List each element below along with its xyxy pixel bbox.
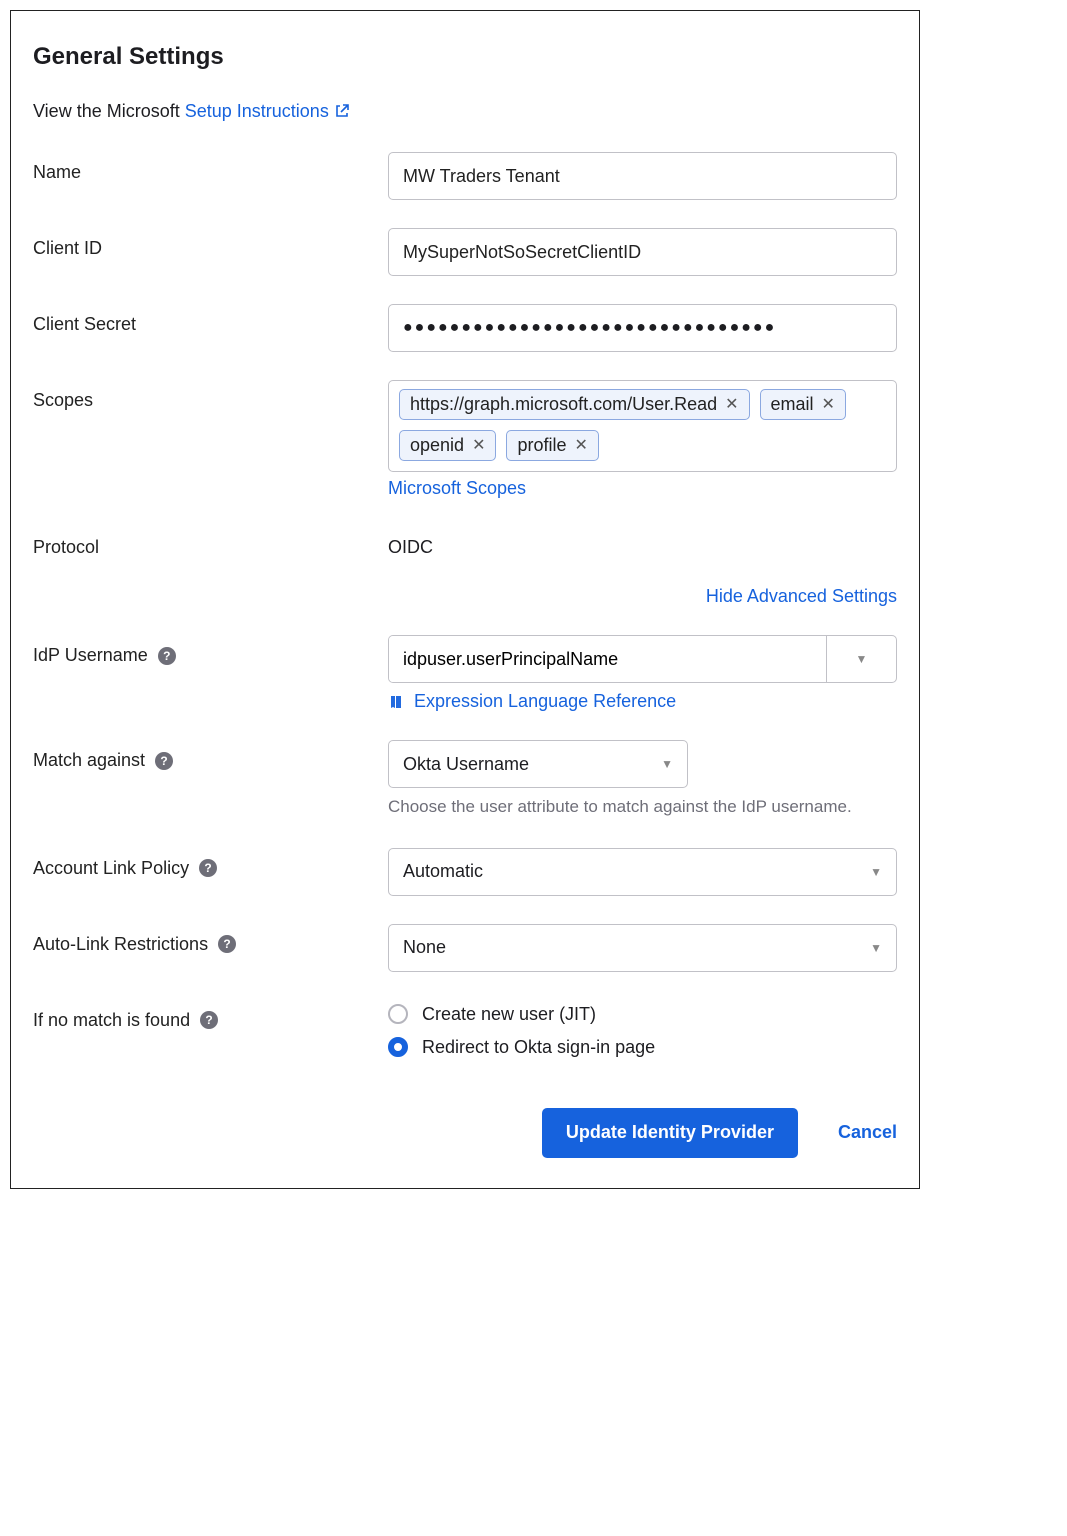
help-icon[interactable]: ? [155, 752, 173, 770]
client-secret-input[interactable]: ●●●●●●●●●●●●●●●●●●●●●●●●●●●●●●●● [388, 304, 897, 352]
scopes-input[interactable]: https://graph.microsoft.com/User.Read✕ e… [388, 380, 897, 472]
hide-advanced-settings-link[interactable]: Hide Advanced Settings [706, 586, 897, 606]
idp-username-combobox[interactable]: ▼ [388, 635, 897, 683]
match-against-select[interactable]: Okta Username ▼ [388, 740, 688, 788]
scope-token[interactable]: https://graph.microsoft.com/User.Read✕ [399, 389, 750, 420]
chevron-down-icon: ▼ [661, 757, 673, 771]
protocol-value: OIDC [388, 527, 897, 558]
help-icon[interactable]: ? [199, 859, 217, 877]
no-match-radio-group: Create new user (JIT) Redirect to Okta s… [388, 1000, 897, 1058]
name-input[interactable] [388, 152, 897, 200]
protocol-label: Protocol [33, 537, 99, 558]
account-link-policy-label: Account Link Policy [33, 858, 189, 879]
radio-unchecked-icon [388, 1004, 408, 1024]
match-against-label: Match against [33, 750, 145, 771]
microsoft-scopes-link[interactable]: Microsoft Scopes [388, 478, 526, 498]
help-icon[interactable]: ? [218, 935, 236, 953]
cancel-button[interactable]: Cancel [838, 1122, 897, 1143]
scope-token[interactable]: email✕ [760, 389, 846, 420]
client-id-label: Client ID [33, 238, 102, 259]
match-against-help: Choose the user attribute to match again… [388, 794, 897, 820]
remove-scope-icon[interactable]: ✕ [822, 397, 835, 413]
name-label: Name [33, 162, 81, 183]
idp-username-label: IdP Username [33, 645, 148, 666]
remove-scope-icon[interactable]: ✕ [575, 438, 588, 454]
no-match-option-jit[interactable]: Create new user (JIT) [388, 1004, 897, 1025]
help-icon[interactable]: ? [200, 1011, 218, 1029]
scope-token[interactable]: profile✕ [506, 430, 598, 461]
chevron-down-icon[interactable]: ▼ [826, 636, 896, 682]
remove-scope-icon[interactable]: ✕ [725, 397, 738, 413]
page-title: General Settings [33, 43, 897, 71]
expression-language-reference-link[interactable]: Expression Language Reference [414, 691, 676, 712]
if-no-match-label: If no match is found [33, 1010, 190, 1031]
chevron-down-icon: ▼ [870, 941, 882, 955]
scopes-label: Scopes [33, 390, 93, 411]
external-link-icon [334, 103, 350, 119]
no-match-option-redirect[interactable]: Redirect to Okta sign-in page [388, 1037, 897, 1058]
auto-link-restrictions-select[interactable]: None ▼ [388, 924, 897, 972]
intro-prefix: View the Microsoft [33, 101, 185, 121]
help-icon[interactable]: ? [158, 647, 176, 665]
auto-link-restrictions-label: Auto-Link Restrictions [33, 934, 208, 955]
intro-line: View the Microsoft Setup Instructions [33, 101, 897, 122]
client-id-input[interactable] [388, 228, 897, 276]
book-icon [388, 694, 404, 710]
client-secret-label: Client Secret [33, 314, 136, 335]
scope-token[interactable]: openid✕ [399, 430, 496, 461]
account-link-policy-select[interactable]: Automatic ▼ [388, 848, 897, 896]
general-settings-panel: General Settings View the Microsoft Setu… [10, 10, 920, 1189]
idp-username-input[interactable] [389, 636, 826, 682]
chevron-down-icon: ▼ [870, 865, 882, 879]
setup-instructions-link[interactable]: Setup Instructions [185, 101, 350, 121]
radio-checked-icon [388, 1037, 408, 1057]
update-identity-provider-button[interactable]: Update Identity Provider [542, 1108, 798, 1158]
remove-scope-icon[interactable]: ✕ [472, 438, 485, 454]
